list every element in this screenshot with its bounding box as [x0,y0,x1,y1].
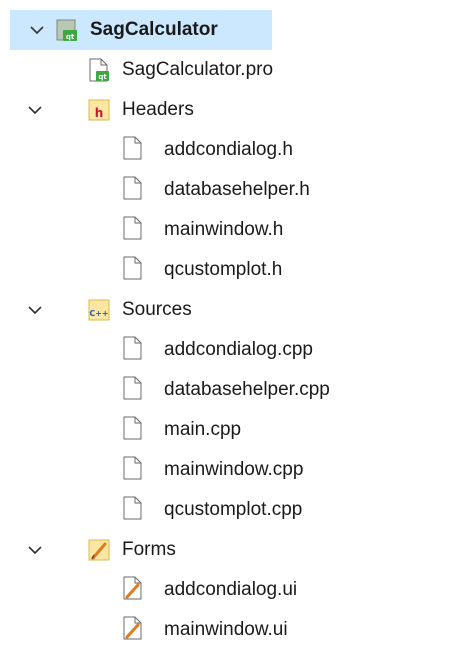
forms-folder-icon [88,539,110,561]
svg-text:qt: qt [66,33,75,41]
project-root-row[interactable]: qt SagCalculator [10,10,272,50]
ui-form-file-icon [123,576,142,600]
chevron-down-icon[interactable] [26,101,44,119]
tree-file-item[interactable]: addcondialog.cpp [0,330,472,370]
tree-file-label: main.cpp [164,419,242,440]
svg-text:h: h [95,106,104,120]
tree-file-label: mainwindow.cpp [164,459,304,480]
tree-file-label: mainwindow.h [164,219,284,240]
tree-file-label: addcondialog.h [164,139,293,160]
tree-group-headers[interactable]: h Headers [0,90,472,130]
tree-file-label: addcondialog.ui [164,579,298,600]
tree-file-item[interactable]: mainwindow.ui [0,610,472,650]
tree-file-item[interactable]: qcustomplot.h [0,250,472,290]
tree-file-label: addcondialog.cpp [164,339,313,360]
chevron-down-icon[interactable] [28,21,46,39]
chevron-down-icon[interactable] [26,301,44,319]
tree-group-label: Sources [122,299,192,320]
file-icon [123,336,142,360]
cpp-folder-icon: C++ [88,299,110,321]
file-icon [123,256,142,280]
tree-file-item[interactable]: mainwindow.cpp [0,450,472,490]
tree-item-pro-file[interactable]: qt SagCalculator.pro [0,50,472,90]
tree-file-item[interactable]: mainwindow.h [0,210,472,250]
chevron-down-icon[interactable] [26,541,44,559]
tree-file-label: qcustomplot.h [164,259,283,280]
project-tree: qt SagCalculator qt SagCalculator.pro h … [0,0,472,641]
tree-file-label: mainwindow.ui [164,619,288,640]
tree-file-label: databasehelper.h [164,179,310,200]
qt-project-icon: qt [56,19,77,41]
tree-file-item[interactable]: addcondialog.h [0,130,472,170]
svg-text:qt: qt [98,73,107,81]
tree-group-label: Forms [122,539,176,560]
svg-text:C++: C++ [89,309,108,318]
file-icon [123,376,142,400]
tree-file-item[interactable]: qcustomplot.cpp [0,490,472,530]
file-icon [123,456,142,480]
tree-file-item[interactable]: databasehelper.cpp [0,370,472,410]
tree-file-label: databasehelper.cpp [164,379,330,400]
tree-group-forms[interactable]: Forms [0,530,472,570]
header-folder-icon: h [88,99,110,121]
tree-item-label: SagCalculator.pro [122,59,274,80]
file-icon [123,416,142,440]
file-icon [123,136,142,160]
project-name: SagCalculator [90,19,218,40]
file-icon [123,176,142,200]
file-icon [123,216,142,240]
tree-file-label: qcustomplot.cpp [164,499,303,520]
tree-group-sources[interactable]: C++ Sources [0,290,472,330]
tree-file-item[interactable]: main.cpp [0,410,472,450]
qt-pro-file-icon: qt [89,58,109,82]
tree-file-item[interactable]: databasehelper.h [0,170,472,210]
tree-file-item[interactable]: addcondialog.ui [0,570,472,610]
tree-group-label: Headers [122,99,194,120]
ui-form-file-icon [123,616,142,640]
file-icon [123,496,142,520]
